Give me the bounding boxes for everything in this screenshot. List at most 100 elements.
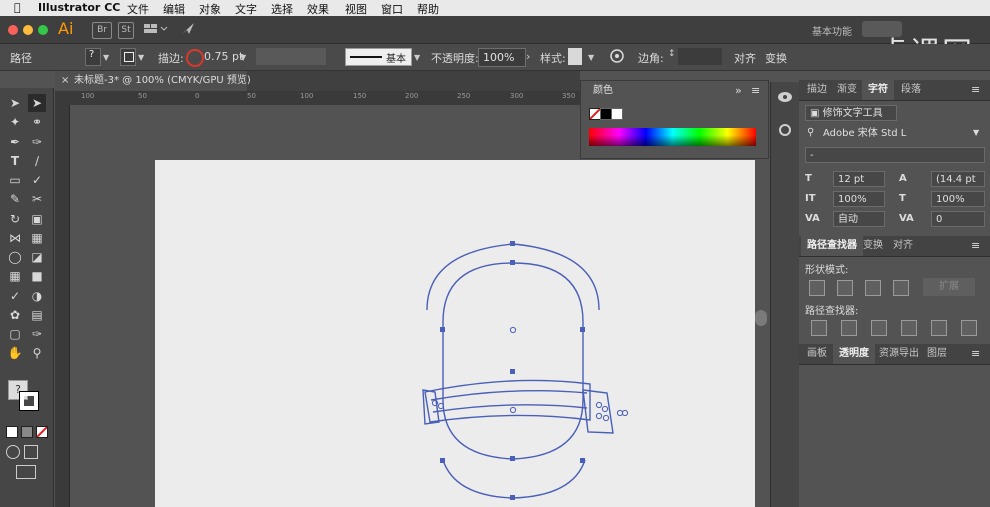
slice-tool-icon[interactable]: ✑ [28,325,46,343]
apple-icon[interactable]:  [14,1,21,14]
tab-layers[interactable]: 图层 [921,344,953,364]
minus-back-button[interactable] [961,320,977,336]
white-swatch[interactable] [611,108,623,120]
close-tab-icon[interactable]: × [61,71,69,91]
menu-object[interactable]: 对象 [199,1,221,17]
leading-field[interactable]: (14.4 pt [931,171,985,187]
menu-view[interactable]: 视图 [345,1,367,17]
tab-stroke[interactable]: 描边 [801,80,833,100]
line-segment-tool-icon[interactable]: ∕ [28,152,46,170]
variable-width-profile[interactable] [256,48,326,65]
symbol-sprayer-tool-icon[interactable]: ✿ [6,306,24,324]
artboard-tool-icon[interactable]: ▢ [6,325,24,343]
zoom-window-button[interactable] [38,25,48,35]
brush-definition[interactable]: 基本 [345,48,412,66]
screen-mode-icon[interactable] [24,445,38,459]
crop-button[interactable] [901,320,917,336]
rotate-tool-icon[interactable]: ↻ [6,210,24,228]
menu-effect[interactable]: 效果 [307,1,329,17]
opacity-field[interactable]: 100% [478,48,526,67]
intersect-button[interactable] [865,280,881,296]
curvature-tool-icon[interactable]: ✑ [28,133,46,151]
expand-button[interactable]: 扩展 [923,278,975,296]
unite-button[interactable] [809,280,825,296]
exclude-button[interactable] [893,280,909,296]
stroke-weight-value[interactable]: 0.75 pt [204,50,243,63]
shape-builder-tool-icon[interactable]: ◯ [6,248,24,266]
artboard[interactable] [155,160,755,507]
artwork-paths[interactable] [155,160,755,507]
eyedropper-tool-icon[interactable]: ✓ [6,287,24,305]
font-style-dropdown[interactable]: - [805,147,985,163]
canvas-area[interactable] [70,105,770,507]
gradient-mode-icon[interactable] [21,426,33,438]
libraries-icon[interactable] [777,90,793,104]
stroke-stepper-highlight[interactable] [186,49,204,67]
panel-menu-icon[interactable]: ≡ [971,83,980,96]
panel-menu-icon[interactable]: ≡ [751,84,760,97]
font-family-dropdown[interactable]: Adobe 宋体 Std L [819,126,984,142]
touch-type-tool-button[interactable]: ▣ 修饰文字工具 [805,105,897,121]
tab-transparency[interactable]: 透明度 [833,344,875,364]
vertical-ruler[interactable] [55,105,70,507]
type-tool-icon[interactable]: T [6,152,24,170]
align-link[interactable]: 对齐 [734,50,756,66]
magic-wand-tool-icon[interactable]: ✦ [6,113,24,131]
tab-asset-export[interactable]: 资源导出 [873,344,925,364]
scissors-tool-icon[interactable]: ✂ [28,190,46,208]
selection-tool-icon[interactable]: ➤ [6,94,24,112]
bridge-button[interactable]: Br [92,22,112,39]
menu-file[interactable]: 文件 [127,1,149,17]
tab-paragraph[interactable]: 段落 [895,80,927,100]
minimize-window-button[interactable] [23,25,33,35]
gradient-tool-icon[interactable]: ■ [28,267,46,285]
stock-button[interactable]: St [118,22,134,39]
hand-tool-icon[interactable]: ✋ [6,344,24,362]
corners-field[interactable] [678,48,722,65]
fill-dropdown-icon[interactable]: ▼ [103,53,109,62]
graphic-style-swatch[interactable] [568,48,582,65]
width-tool-icon[interactable]: ⋈ [6,229,24,247]
tab-character[interactable]: 字符 [862,80,894,100]
font-size-field[interactable]: 12 pt [833,171,885,187]
change-screen-mode-icon[interactable] [16,465,36,479]
stroke-weight-dropdown-icon[interactable]: ▼ [240,53,246,62]
mesh-tool-icon[interactable]: ▦ [6,267,24,285]
color-panel-tab[interactable]: 颜色 [581,81,653,101]
tracking-field[interactable]: 0 [931,211,985,227]
draw-mode-icon[interactable] [6,445,20,459]
tab-transform[interactable]: 变换 [857,236,889,256]
pen-tool-icon[interactable]: ✒ [6,133,24,151]
paintbrush-tool-icon[interactable]: ✓ [28,171,46,189]
collapse-panel-icon[interactable]: » [735,84,742,97]
menu-window[interactable]: 窗口 [381,1,403,17]
outline-button[interactable] [931,320,947,336]
rectangle-tool-icon[interactable]: ▭ [6,171,24,189]
menu-help[interactable]: 帮助 [417,1,439,17]
panel-menu-icon[interactable]: ≡ [971,347,980,360]
perspective-grid-tool-icon[interactable]: ◪ [28,248,46,266]
scale-tool-icon[interactable]: ▣ [28,210,46,228]
app-menu[interactable]: Illustrator CC [38,1,120,14]
vertical-scale-field[interactable]: 100% [833,191,885,207]
stroke-dropdown-icon[interactable]: ▼ [138,53,144,62]
column-graph-tool-icon[interactable]: ▤ [28,306,46,324]
divide-button[interactable] [811,320,827,336]
merge-button[interactable] [871,320,887,336]
stroke-swatch[interactable] [120,48,136,66]
horizontal-ruler[interactable]: 100 50 0 50 100 150 200 250 300 350 [55,91,580,106]
none-mode-icon[interactable] [36,426,48,438]
arrange-documents-icon[interactable] [143,22,169,36]
lasso-tool-icon[interactable]: ⚭ [28,113,46,131]
free-transform-tool-icon[interactable]: ▦ [28,229,46,247]
opacity-arrow-icon[interactable]: › [526,50,530,63]
tab-artboards[interactable]: 画板 [801,344,833,364]
color-mode-icon[interactable] [6,426,18,438]
tab-gradient[interactable]: 渐变 [831,80,863,100]
tab-align[interactable]: 对齐 [887,236,919,256]
font-search-icon[interactable]: ⚲ [807,127,814,138]
document-tab[interactable]: × 未标题-3* @ 100% (CMYK/GPU 预览) [55,71,251,91]
menu-type[interactable]: 文字 [235,1,257,17]
gpu-performance-icon[interactable] [180,21,196,37]
menu-edit[interactable]: 编辑 [163,1,185,17]
